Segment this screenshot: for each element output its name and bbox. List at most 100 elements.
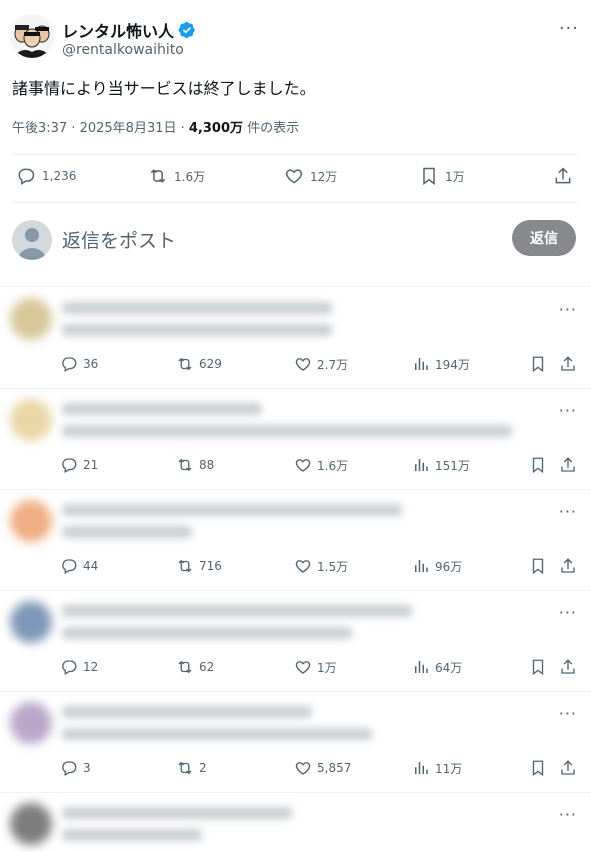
tweet-meta: 午後3:37 · 2025年8月31日 · 4,300万 件の表示 — [12, 117, 299, 136]
reply-icon — [62, 660, 77, 675]
share-icon — [561, 558, 575, 573]
views-action[interactable]: 151万 — [412, 456, 470, 474]
display-name[interactable]: レンタル怖い人 — [62, 18, 174, 42]
tweet-text: 諸事情により当サービスは終了しました。 — [12, 79, 316, 98]
like-action[interactable]: 12万 — [284, 166, 337, 186]
views-chart-icon — [415, 358, 428, 370]
like-action[interactable]: 2.7万 — [294, 355, 348, 373]
reply-item[interactable]: ··· 36 629 2.7万 194万 — [0, 288, 591, 389]
bookmark-icon — [532, 356, 544, 373]
views-chart-icon — [415, 762, 428, 774]
like-action[interactable]: 1.6万 — [294, 456, 348, 474]
author-avatar[interactable] — [10, 14, 54, 58]
heart-icon — [295, 459, 311, 472]
view-count: 11万 — [435, 761, 463, 776]
reply-item[interactable]: ··· 12 62 1万 64万 — [0, 591, 591, 692]
reply-item[interactable]: ··· — [0, 793, 591, 852]
view-count: 4,300万 — [188, 121, 244, 136]
blurred-text-line — [62, 425, 512, 437]
bookmark-icon — [532, 659, 544, 676]
bookmark-action[interactable] — [529, 355, 547, 377]
repost-action[interactable]: 629 — [176, 355, 222, 373]
bookmark-icon — [532, 457, 544, 474]
repost-action[interactable]: 2 — [176, 759, 207, 777]
reply-icon — [62, 559, 77, 574]
blurred-text-line — [62, 324, 332, 336]
user-avatar — [12, 220, 52, 260]
more-options-icon[interactable]: ··· — [559, 300, 577, 319]
reply-item[interactable]: ··· 3 2 5,857 11万 — [0, 692, 591, 793]
blurred-text-line — [62, 829, 202, 841]
view-count: 151万 — [435, 458, 470, 473]
tweet-action-bar: 1,236 1.6万 12万 1万 — [0, 160, 591, 196]
reply-avatar[interactable] — [10, 702, 52, 744]
repost-action[interactable]: 88 — [176, 456, 214, 474]
author-name-row[interactable]: レンタル怖い人 — [62, 18, 196, 42]
share-action[interactable] — [559, 759, 577, 781]
repost-count: 88 — [199, 458, 215, 472]
bookmark-action[interactable] — [529, 557, 547, 579]
view-count: 194万 — [435, 357, 470, 372]
more-options-icon[interactable]: ··· — [559, 603, 577, 622]
views-action[interactable]: 11万 — [412, 759, 462, 777]
reply-count: 3 — [83, 761, 91, 775]
share-action[interactable] — [559, 456, 577, 478]
reply-avatar[interactable] — [10, 803, 52, 845]
share-icon — [561, 457, 575, 472]
like-action[interactable]: 1万 — [294, 658, 337, 676]
reply-action[interactable]: 3 — [60, 759, 91, 777]
reply-action[interactable]: 44 — [60, 557, 98, 575]
repost-icon — [178, 761, 192, 775]
bookmark-action[interactable] — [529, 456, 547, 478]
reply-action[interactable]: 12 — [60, 658, 98, 676]
reply-avatar[interactable] — [10, 601, 52, 643]
views-action[interactable]: 64万 — [412, 658, 462, 676]
more-options-icon[interactable]: ··· — [559, 401, 577, 420]
share-action[interactable] — [559, 658, 577, 680]
repost-action[interactable]: 62 — [176, 658, 214, 676]
more-options-icon[interactable]: ··· — [559, 18, 579, 39]
blurred-author-line — [62, 504, 402, 516]
views-action[interactable]: 194万 — [412, 355, 470, 373]
views-chart-icon — [415, 459, 428, 471]
like-count: 12万 — [310, 169, 338, 184]
reply-count: 36 — [83, 357, 99, 371]
reply-avatar[interactable] — [10, 399, 52, 441]
like-action[interactable]: 5,857 — [294, 759, 351, 777]
tweet-timestamp[interactable]: 午後3:37 · 2025年8月31日 · — [12, 121, 189, 136]
views-action[interactable]: 96万 — [412, 557, 462, 575]
reply-count: 21 — [83, 458, 99, 472]
reply-avatar[interactable] — [10, 298, 52, 340]
reply-icon — [62, 761, 77, 776]
share-icon — [561, 356, 575, 371]
reply-action[interactable]: 36 — [60, 355, 98, 373]
reply-avatar[interactable] — [10, 500, 52, 542]
heart-icon — [295, 762, 311, 775]
like-action[interactable]: 1.5万 — [294, 557, 348, 575]
bookmark-action[interactable] — [529, 658, 547, 680]
reply-submit-button[interactable]: 返信 — [512, 220, 576, 256]
reply-action[interactable]: 21 — [60, 456, 98, 474]
repost-action[interactable]: 1.6万 — [148, 166, 205, 186]
repost-action[interactable]: 716 — [176, 557, 222, 575]
share-action[interactable] — [559, 355, 577, 377]
more-options-icon[interactable]: ··· — [559, 502, 577, 521]
author-handle[interactable]: @rentalkowaihito — [62, 42, 184, 58]
reply-action[interactable]: 1,236 — [16, 166, 76, 186]
reply-input[interactable]: 返信をポスト — [62, 226, 176, 253]
repost-icon — [178, 458, 192, 472]
reply-item[interactable]: ··· 21 88 1.6万 151万 — [0, 389, 591, 490]
more-options-icon[interactable]: ··· — [559, 704, 577, 723]
bookmark-action[interactable]: 1万 — [419, 166, 465, 186]
like-count: 1万 — [317, 660, 337, 675]
share-icon — [555, 167, 571, 184]
bookmark-action[interactable] — [529, 759, 547, 781]
share-action[interactable] — [553, 166, 573, 186]
reply-icon — [62, 458, 77, 473]
more-options-icon[interactable]: ··· — [559, 805, 577, 824]
reply-composer: 返信をポスト 返信 — [0, 212, 591, 272]
reply-item[interactable]: ··· 44 716 1.5万 96万 — [0, 490, 591, 591]
share-action[interactable] — [559, 557, 577, 579]
repost-icon — [178, 357, 192, 371]
repost-count: 629 — [199, 357, 222, 371]
